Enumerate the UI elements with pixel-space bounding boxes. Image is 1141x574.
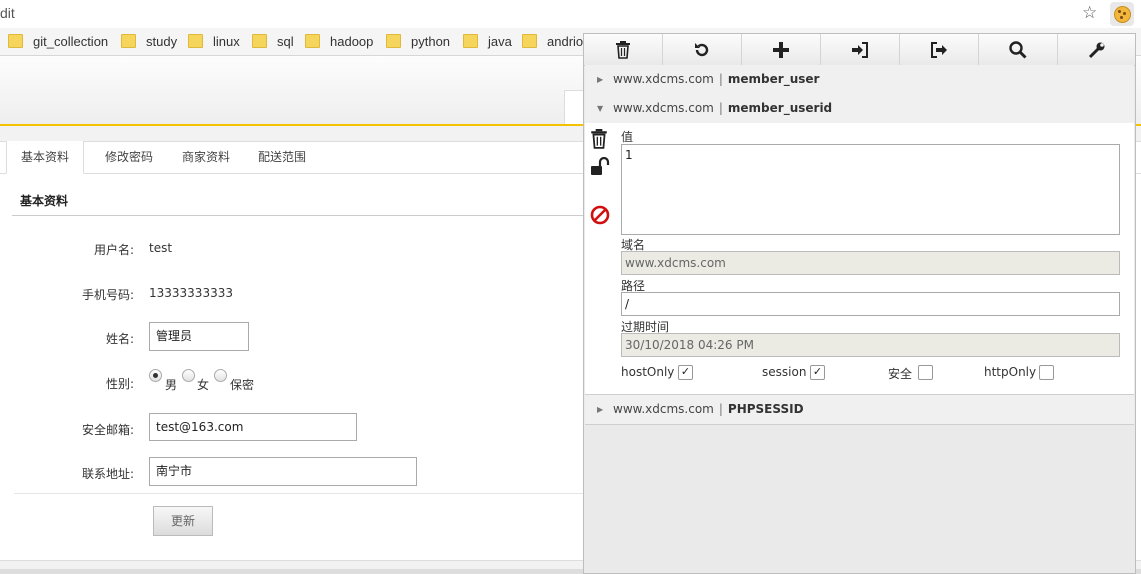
value-label: 值 <box>621 130 634 144</box>
tab-basic-info[interactable]: 基本资料 <box>6 141 85 174</box>
bookmark-hadoop[interactable]: hadoop <box>305 33 373 49</box>
value-textarea[interactable]: 1 <box>621 144 1120 235</box>
bookmark-sql[interactable]: sql <box>252 33 294 49</box>
name-input[interactable]: 管理员 <box>149 322 249 351</box>
block-cookie-button[interactable] <box>590 205 610 228</box>
cookie-name: member_userid <box>727 101 833 115</box>
host-only-label: hostOnly <box>621 365 675 379</box>
address-label: 联系地址: <box>81 467 134 481</box>
folder-icon <box>252 34 267 48</box>
wrench-icon <box>1088 42 1105 58</box>
username-value: test <box>149 241 173 255</box>
cookie-editor-toolbar <box>584 34 1135 66</box>
host-only-checkbox[interactable]: ✓ <box>678 365 693 380</box>
delete-cookie-button[interactable] <box>590 129 608 152</box>
gender-option-secret: 保密 <box>230 378 255 392</box>
add-cookie-button[interactable] <box>742 34 821 65</box>
gender-label: 性别: <box>105 377 134 391</box>
http-only-label: httpOnly <box>984 365 1037 379</box>
tab-merchant-info[interactable]: 商家资料 <box>168 141 244 173</box>
bookmark-andrio[interactable]: andrio <box>522 33 583 49</box>
cookie-name: member_user <box>727 72 820 86</box>
gender-radio-male[interactable] <box>149 369 162 382</box>
name-label: 姓名: <box>105 332 134 346</box>
folder-icon <box>188 34 203 48</box>
gender-option-male: 男 <box>165 378 178 392</box>
trash-icon <box>616 40 630 59</box>
folder-icon <box>522 34 537 48</box>
refresh-button[interactable] <box>663 34 742 65</box>
export-icon <box>931 41 947 58</box>
trash-icon <box>591 129 607 149</box>
gender-radio-secret[interactable] <box>214 369 227 382</box>
export-button[interactable] <box>900 34 979 65</box>
expand-triangle-icon: ▶ <box>597 75 604 84</box>
phone-label: 手机号码: <box>81 288 134 302</box>
expiry-input[interactable]: 30/10/2018 04:26 PM <box>621 333 1120 357</box>
tab-delivery-range[interactable]: 配送范围 <box>244 141 320 173</box>
cookie-row-member-userid[interactable]: ▼ www.xdcms.com | member_userid <box>585 94 1134 124</box>
folder-icon <box>386 34 401 48</box>
gender-option-female: 女 <box>197 378 210 392</box>
path-input[interactable]: / <box>621 292 1120 316</box>
bookmark-git-collection[interactable]: git_collection <box>8 33 108 49</box>
folder-icon <box>121 34 136 48</box>
unlock-icon <box>591 156 610 175</box>
cookie-row-phpsessid[interactable]: ▶ www.xdcms.com | PHPSESSID <box>585 395 1134 425</box>
section-title: 基本资料 <box>20 194 69 208</box>
secure-label: 安全 <box>888 367 913 381</box>
bookmark-star-icon[interactable]: ☆ <box>1082 3 1097 23</box>
search-icon <box>1009 40 1027 59</box>
address-text[interactable]: dit <box>0 5 15 21</box>
block-icon <box>590 205 610 225</box>
bookmark-java[interactable]: java <box>463 33 512 49</box>
phone-value: 13333333333 <box>149 286 233 300</box>
bookmark-study[interactable]: study <box>121 33 177 49</box>
refresh-icon <box>695 42 709 56</box>
collapse-triangle-icon: ▼ <box>597 104 604 113</box>
http-only-checkbox[interactable] <box>1039 365 1054 380</box>
address-input[interactable]: 南宁市 <box>149 457 417 486</box>
cookie-name: PHPSESSID <box>727 402 804 416</box>
section-divider <box>12 215 592 216</box>
bookmark-python[interactable]: python <box>386 33 450 49</box>
cookie-row-member-user[interactable]: ▶ www.xdcms.com | member_user <box>585 65 1134 95</box>
protect-cookie-button[interactable] <box>590 156 612 180</box>
domain-input[interactable]: www.xdcms.com <box>621 251 1120 275</box>
delete-all-button[interactable] <box>584 34 663 65</box>
username-label: 用户名: <box>93 243 134 257</box>
cookie-icon <box>1113 5 1131 23</box>
cookie-extension-button[interactable] <box>1110 2 1134 26</box>
session-label: session <box>762 365 807 379</box>
settings-button[interactable] <box>1058 34 1136 65</box>
tab-change-password[interactable]: 修改密码 <box>91 141 167 173</box>
import-icon <box>852 41 868 58</box>
gender-radio-female[interactable] <box>182 369 195 382</box>
expand-triangle-icon: ▶ <box>597 405 604 414</box>
folder-icon <box>305 34 320 48</box>
secure-checkbox[interactable] <box>918 365 933 380</box>
update-button[interactable]: 更新 <box>153 506 213 536</box>
folder-icon <box>463 34 478 48</box>
address-bar[interactable] <box>0 0 1141 29</box>
email-label: 安全邮箱: <box>81 423 134 437</box>
bookmark-linux[interactable]: linux <box>188 33 240 49</box>
import-button[interactable] <box>821 34 900 65</box>
plus-icon <box>773 41 789 58</box>
session-checkbox[interactable]: ✓ <box>810 365 825 380</box>
form-divider <box>14 493 592 494</box>
email-input[interactable]: test@163.com <box>149 413 357 441</box>
folder-icon <box>8 34 23 48</box>
search-button[interactable] <box>979 34 1058 65</box>
